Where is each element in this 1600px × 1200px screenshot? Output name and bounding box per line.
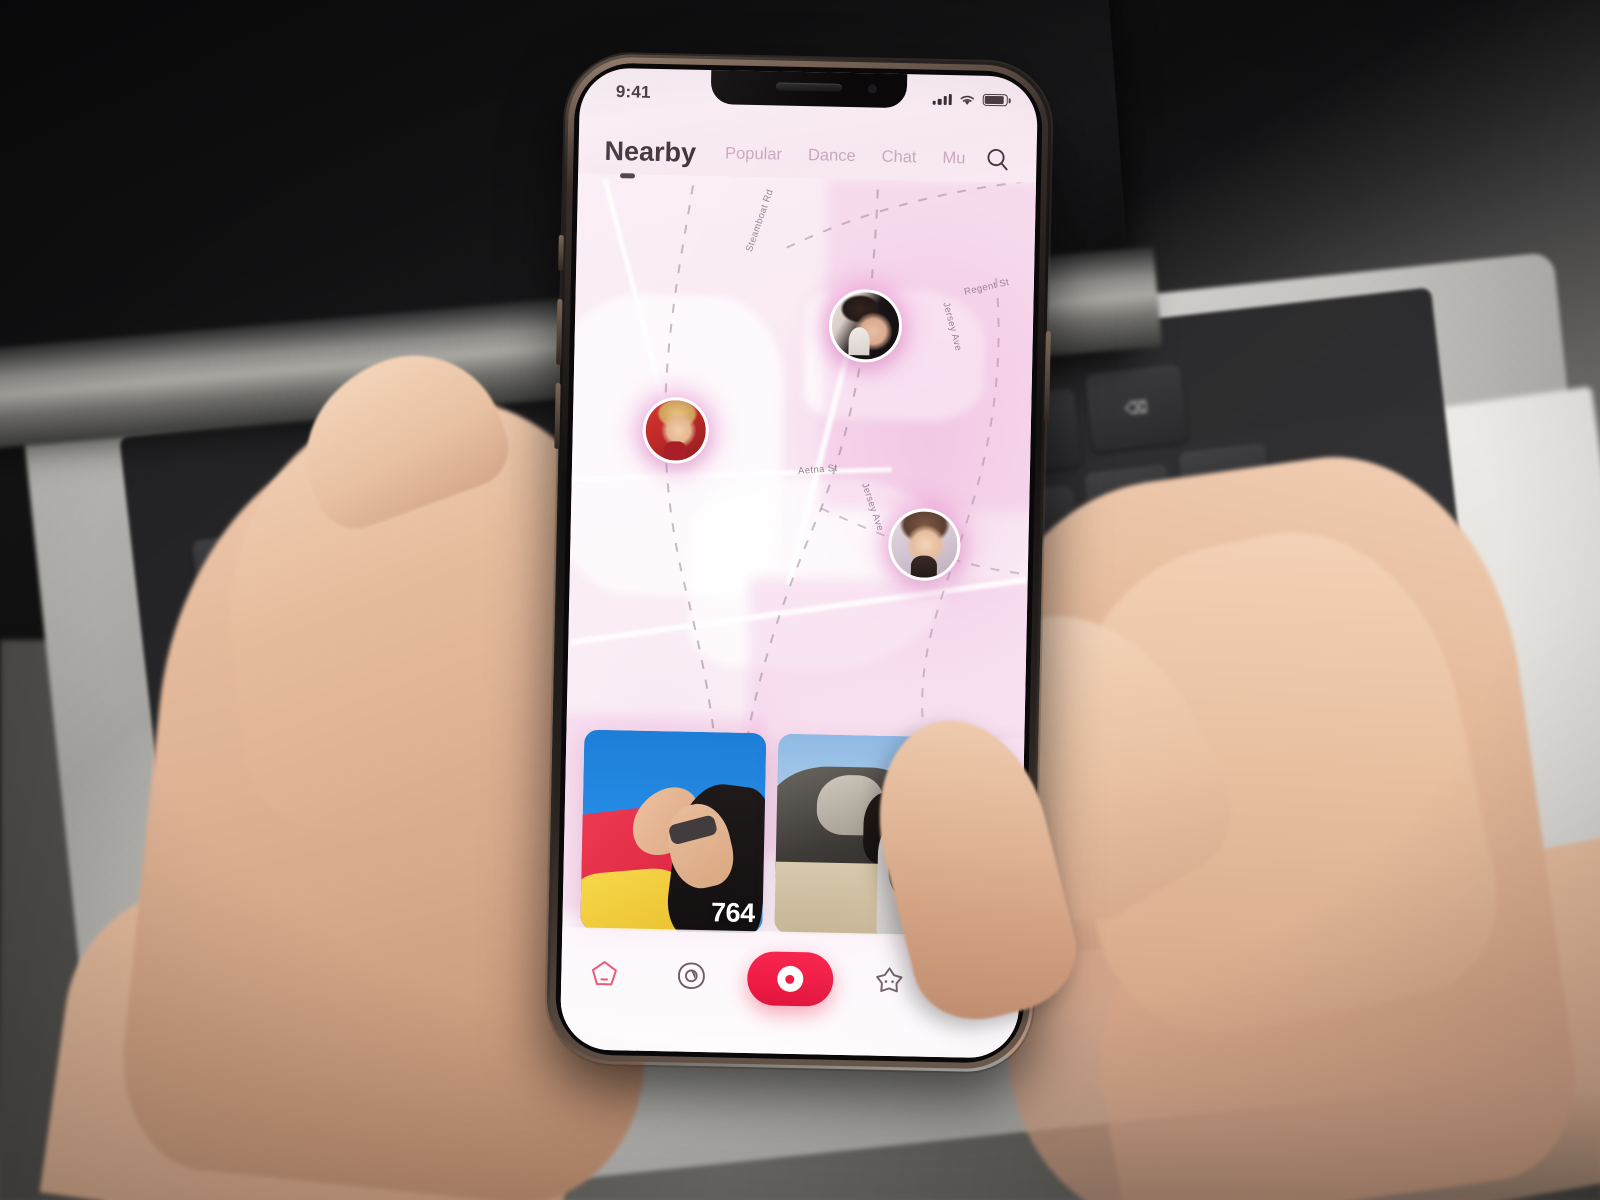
record-dot xyxy=(785,974,795,984)
status-indicators xyxy=(932,92,1008,107)
avatar xyxy=(645,399,707,462)
key-delete[interactable]: ⌫ xyxy=(1084,364,1189,453)
video-card[interactable]: 764 xyxy=(580,729,767,934)
wifi-icon xyxy=(960,95,975,105)
home-icon xyxy=(592,961,618,986)
map-avatar-marker-2[interactable] xyxy=(642,396,710,465)
nav-home[interactable] xyxy=(573,947,636,1000)
search-button[interactable] xyxy=(980,142,1015,177)
category-tab-bar: Nearby Popular Dance Chat Mu xyxy=(578,119,1037,191)
scene-root: ~ 1 2 3 ⇥ = ⌫ [ ] \ ; ' ⏎ , . ⇧ ◂ xyxy=(0,0,1600,1200)
nav-record-button[interactable] xyxy=(746,951,834,1007)
tab-nearby-label: Nearby xyxy=(604,135,697,168)
tab-chat[interactable]: Chat xyxy=(868,147,929,167)
star-icon xyxy=(875,967,903,993)
nav-discover[interactable] xyxy=(660,949,723,1002)
discover-icon xyxy=(678,962,706,989)
avatar xyxy=(831,291,900,361)
tab-dance[interactable]: Dance xyxy=(795,145,869,166)
earpiece-speaker xyxy=(775,82,843,92)
active-tab-indicator xyxy=(620,172,636,178)
mute-switch[interactable] xyxy=(558,234,564,271)
search-icon xyxy=(986,148,1008,170)
map-avatar-marker-3[interactable] xyxy=(887,507,962,582)
battery-icon xyxy=(982,93,1008,107)
cellular-signal-icon xyxy=(932,93,952,106)
card-view-count: 764 xyxy=(710,897,755,929)
status-time: 9:41 xyxy=(615,82,651,102)
record-icon xyxy=(777,965,804,993)
front-camera-icon xyxy=(867,84,878,94)
avatar xyxy=(890,510,959,579)
tab-nearby[interactable]: Nearby xyxy=(604,135,712,178)
tab-music[interactable]: Mu xyxy=(929,148,965,168)
map-avatar-marker-1[interactable] xyxy=(828,288,903,364)
display-notch xyxy=(710,68,908,109)
tab-popular[interactable]: Popular xyxy=(712,144,795,165)
